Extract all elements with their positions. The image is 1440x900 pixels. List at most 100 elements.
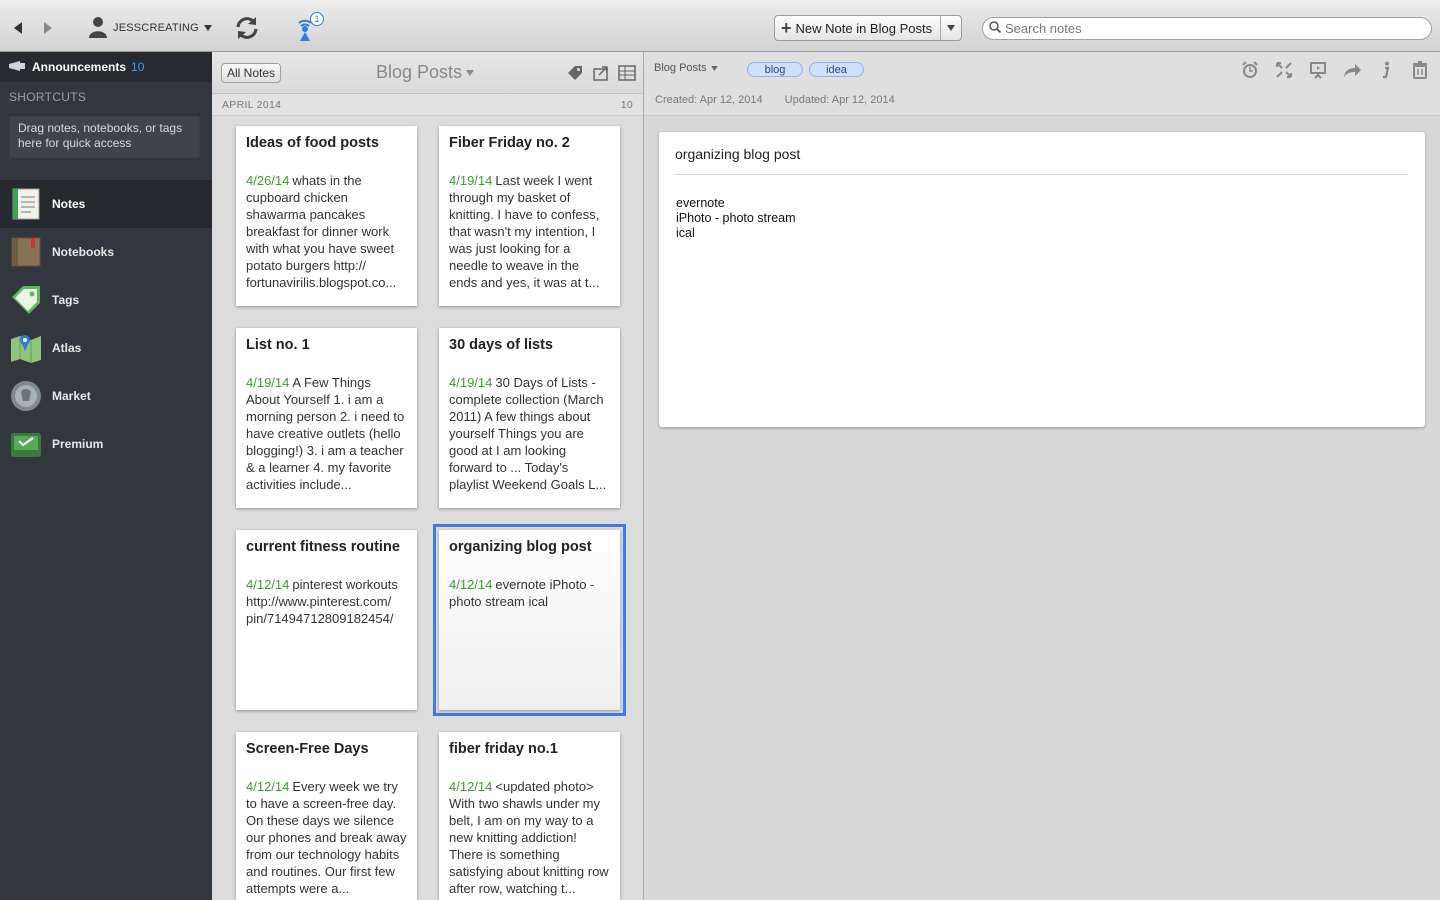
note-card[interactable]: Ideas of food posts 4/26/14 whats in the … [236, 126, 417, 306]
sidebar-item-label: Notes [52, 197, 86, 211]
note-body-line: ical [676, 226, 695, 240]
note-snippet: 4/19/14 30 Days of Lists - complete colle… [449, 374, 610, 493]
sidebar-item-market[interactable]: Market [0, 372, 212, 420]
note-list-header: All Notes Blog Posts [212, 52, 643, 94]
note-editor: Blog Posts blog idea Created: Apr 12, 20… [644, 52, 1440, 900]
market-icon [9, 379, 43, 413]
note-date: 4/19/14 [246, 375, 290, 390]
note-card-selected[interactable]: organizing blog post 4/12/14 evernote iPh… [433, 524, 626, 716]
notebook-selector[interactable]: Blog Posts [376, 62, 475, 83]
sidebar: Announcements 10 SHORTCUTS Drag notes, n… [0, 52, 212, 900]
note-date: 4/19/14 [449, 173, 493, 188]
tag-icon[interactable] [566, 64, 584, 82]
share-arrow-icon[interactable] [1342, 60, 1362, 80]
reminder-alarm-icon[interactable] [1240, 60, 1260, 80]
note-body[interactable]: evernote iPhoto - photo stream ical [676, 196, 796, 241]
note-card[interactable]: fiber friday no.1 4/12/14 <updated photo>… [439, 732, 620, 900]
presentation-icon[interactable] [1308, 60, 1328, 80]
note-snippet-text: Last week I went through my basket of kn… [449, 173, 600, 290]
note-snippet: 4/12/14 pinterest workouts http://www.pin… [246, 576, 407, 627]
sidebar-item-label: Atlas [52, 341, 82, 355]
sidebar-item-notebooks[interactable]: Notebooks [0, 228, 212, 276]
note-date: 4/12/14 [449, 577, 493, 592]
info-icon[interactable] [1376, 60, 1396, 80]
trash-icon[interactable] [1410, 60, 1430, 80]
note-snippet: 4/19/14 Last week I went through my baske… [449, 172, 610, 291]
announcements[interactable]: Announcements 10 [0, 52, 212, 82]
note-content-area[interactable]: organizing blog post evernote iPhoto - p… [659, 132, 1425, 427]
note-title: Ideas of food posts [246, 135, 379, 151]
shortcuts-drop-area[interactable]: Drag notes, notebooks, or tags here for … [8, 114, 201, 158]
share-notebook-icon[interactable] [592, 64, 610, 82]
view-options-icon[interactable] [618, 64, 636, 82]
editor-actions [1240, 60, 1430, 80]
note-body-line: evernote [676, 196, 725, 210]
note-snippet: 4/12/14 <updated photo> With two shawls u… [449, 778, 610, 897]
note-card[interactable]: Fiber Friday no. 2 4/19/14 Last week I we… [439, 126, 620, 306]
chevron-down-icon [203, 22, 212, 34]
note-title: List no. 1 [246, 337, 310, 353]
note-metadata: Created: Apr 12, 2014 Updated: Apr 12, 2… [655, 94, 895, 106]
month-header: APRIL 2014 10 [212, 94, 643, 116]
back-arrow-icon[interactable] [8, 18, 28, 38]
sync-icon[interactable] [232, 14, 262, 42]
note-title: 30 days of lists [449, 337, 553, 353]
note-snippet-text: <updated photo> With two shawls under my… [449, 779, 609, 896]
sidebar-item-notes[interactable]: Notes [0, 180, 212, 228]
sidebar-item-tags[interactable]: Tags [0, 276, 212, 324]
note-title: organizing blog post [449, 539, 592, 555]
note-title: current fitness routine [246, 539, 400, 555]
search-box[interactable] [982, 17, 1432, 40]
account-menu[interactable]: JESSCREATING [88, 16, 212, 40]
note-card[interactable]: List no. 1 4/19/14 A Few Things About You… [236, 328, 417, 508]
tag-idea[interactable]: idea [809, 62, 864, 77]
notebooks-icon [9, 235, 43, 269]
chevron-down-icon [466, 69, 475, 76]
sidebar-item-premium[interactable]: Premium [0, 420, 212, 468]
updated-date: Updated: Apr 12, 2014 [784, 94, 895, 106]
chevron-down-icon [947, 25, 955, 31]
sidebar-item-label: Premium [52, 437, 104, 451]
activity-feed-icon[interactable]: 1 [290, 12, 326, 44]
note-date: 4/12/14 [246, 577, 290, 592]
note-snippet: 4/26/14 whats in the cupboard chicken sha… [246, 172, 407, 291]
note-snippet-text: whats in the cupboard chicken shawarma p… [246, 173, 397, 290]
note-card[interactable]: Screen-Free Days 4/12/14 Every week we tr… [236, 732, 417, 900]
forward-arrow-icon[interactable] [38, 18, 58, 38]
atlas-icon [9, 331, 43, 365]
editor-header: Blog Posts blog idea Created: Apr 12, 20… [644, 52, 1440, 116]
new-note-dropdown[interactable] [940, 16, 961, 40]
note-title: fiber friday no.1 [449, 741, 558, 757]
sidebar-item-label: Notebooks [52, 245, 115, 259]
all-notes-button[interactable]: All Notes [221, 63, 282, 83]
note-title-field[interactable]: organizing blog post [675, 146, 1408, 175]
note-list: All Notes Blog Posts APRIL 2014 10 Ideas… [212, 52, 644, 900]
editor-notebook-selector[interactable]: Blog Posts [654, 62, 718, 74]
note-body-line: iPhoto - photo stream [676, 211, 796, 225]
sidebar-item-label: Market [52, 389, 91, 403]
notes-icon [9, 187, 43, 221]
editor-notebook: Blog Posts [654, 62, 707, 74]
note-card[interactable]: current fitness routine 4/12/14 pinterest… [236, 530, 417, 710]
note-list-tools [566, 64, 636, 82]
toolbar: JESSCREATING 1 + New Note in Blog Posts [0, 0, 1440, 52]
new-note-label: New Note in Blog Posts [795, 20, 933, 36]
month-count: 10 [620, 98, 633, 111]
activity-badge: 1 [310, 12, 324, 26]
sidebar-item-atlas[interactable]: Atlas [0, 324, 212, 372]
note-date: 4/12/14 [449, 779, 493, 794]
search-input[interactable] [1005, 21, 1405, 36]
note-snippet-text: Every week we try to have a screen-free … [246, 779, 407, 896]
note-snippet: 4/19/14 A Few Things About Yourself 1. i … [246, 374, 407, 493]
shortcuts-heading: SHORTCUTS [9, 90, 87, 104]
expand-icon[interactable] [1274, 60, 1294, 80]
tag-blog[interactable]: blog [747, 62, 803, 77]
announcements-label: Announcements [32, 60, 127, 74]
announcements-icon [8, 60, 26, 75]
search-icon [989, 21, 1002, 36]
note-snippet: 4/12/14 Every week we try to have a scree… [246, 778, 407, 897]
new-note-button[interactable]: + New Note in Blog Posts [774, 15, 962, 41]
note-card[interactable]: 30 days of lists 4/19/14 30 Days of Lists… [439, 328, 620, 508]
notebook-title: Blog Posts [376, 62, 463, 82]
note-title: Screen-Free Days [246, 741, 369, 757]
